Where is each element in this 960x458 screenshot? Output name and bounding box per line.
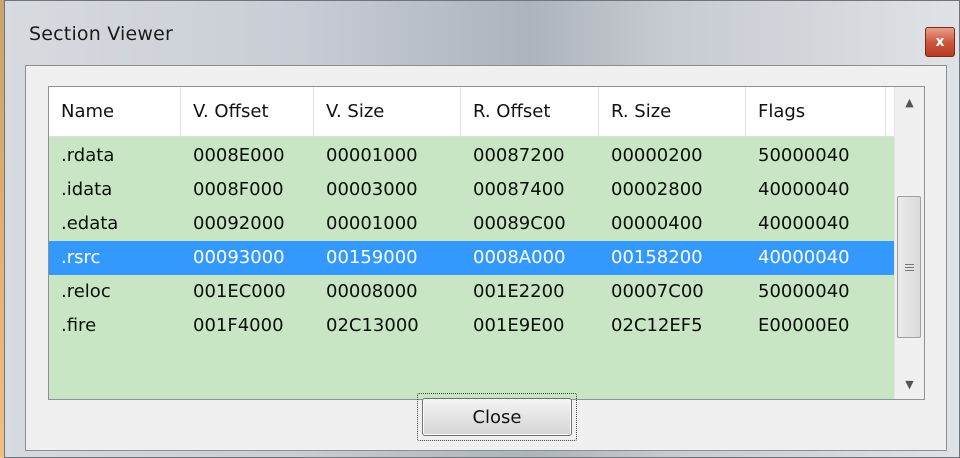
cell-name: .idata — [61, 179, 113, 200]
cell-v-size: 00003000 — [326, 179, 418, 200]
cell-v-offset: 001EC000 — [193, 281, 286, 302]
cell-v-offset: 001F4000 — [193, 315, 284, 336]
scroll-up-button[interactable]: ▲ — [895, 87, 924, 117]
cell-r-size: 00000400 — [611, 213, 703, 234]
cell-r-offset: 001E2200 — [473, 281, 565, 302]
cell-name: .fire — [61, 315, 97, 336]
cell-v-size: 00001000 — [326, 145, 418, 166]
title-bar[interactable]: Section Viewer x — [5, 1, 959, 65]
cell-r-offset: 00089C00 — [473, 213, 566, 234]
dialog-client-area: Name V. Offset V. Size R. Offset R. Size… — [25, 65, 947, 451]
cell-r-size: 00000200 — [611, 145, 703, 166]
cell-flags: 50000040 — [758, 281, 850, 302]
cell-r-offset: 0008A000 — [473, 247, 566, 268]
section-viewer-window: Section Viewer x Name V. Offset V. Size … — [4, 0, 960, 458]
cell-flags: 40000040 — [758, 213, 850, 234]
close-icon: x — [935, 34, 945, 50]
window-title: Section Viewer — [29, 23, 174, 45]
list-header: Name V. Offset V. Size R. Offset R. Size… — [49, 87, 894, 137]
cell-r-offset: 001E9E00 — [473, 315, 565, 336]
cell-v-size: 00001000 — [326, 213, 418, 234]
cell-v-offset: 0008E000 — [193, 145, 285, 166]
window-close-button[interactable]: x — [925, 27, 955, 57]
scroll-down-button[interactable]: ▼ — [895, 369, 924, 399]
cell-r-offset: 00087400 — [473, 179, 565, 200]
cell-r-size: 02C12EF5 — [611, 315, 703, 336]
table-row[interactable]: .edata 00092000 00001000 00089C00 000004… — [49, 207, 894, 241]
cell-v-size: 02C13000 — [326, 315, 419, 336]
table-row[interactable]: .fire 001F4000 02C13000 001E9E00 02C12EF… — [49, 309, 894, 343]
chevron-down-icon: ▼ — [905, 377, 914, 391]
cell-name: .reloc — [61, 281, 111, 302]
column-header-flags[interactable]: Flags — [746, 87, 886, 136]
cell-name: .rsrc — [61, 247, 101, 268]
vertical-scrollbar[interactable]: ▲ ▼ — [894, 87, 924, 399]
column-header-name[interactable]: Name — [49, 87, 181, 136]
cell-flags: 40000040 — [758, 179, 850, 200]
table-row-selected[interactable]: .rsrc 00093000 00159000 0008A000 0015820… — [49, 241, 894, 275]
column-header-r-offset[interactable]: R. Offset — [461, 87, 599, 136]
column-header-v-size[interactable]: V. Size — [314, 87, 461, 136]
cell-r-size: 00007C00 — [611, 281, 704, 302]
chevron-up-icon: ▲ — [905, 95, 914, 109]
cell-name: .edata — [61, 213, 119, 234]
scrollbar-thumb[interactable] — [897, 196, 921, 338]
table-row[interactable]: .rdata 0008E000 00001000 00087200 000002… — [49, 139, 894, 173]
cell-flags: 50000040 — [758, 145, 850, 166]
cell-r-size: 00002800 — [611, 179, 703, 200]
column-header-v-offset[interactable]: V. Offset — [181, 87, 314, 136]
cell-v-offset: 00093000 — [193, 247, 285, 268]
cell-name: .rdata — [61, 145, 115, 166]
cell-r-offset: 00087200 — [473, 145, 565, 166]
cell-flags: E00000E0 — [758, 315, 850, 336]
grip-icon — [904, 263, 914, 271]
cell-v-offset: 00092000 — [193, 213, 285, 234]
table-row[interactable]: .reloc 001EC000 00008000 001E2200 00007C… — [49, 275, 894, 309]
cell-v-size: 00159000 — [326, 247, 418, 268]
sections-list[interactable]: Name V. Offset V. Size R. Offset R. Size… — [48, 86, 925, 400]
cell-v-size: 00008000 — [326, 281, 418, 302]
cell-v-offset: 0008F000 — [193, 179, 284, 200]
table-row[interactable]: .idata 0008F000 00003000 00087400 000028… — [49, 173, 894, 207]
column-header-r-size[interactable]: R. Size — [599, 87, 746, 136]
cell-r-size: 00158200 — [611, 247, 703, 268]
close-button[interactable]: Close — [422, 398, 572, 436]
cell-flags: 40000040 — [758, 247, 850, 268]
